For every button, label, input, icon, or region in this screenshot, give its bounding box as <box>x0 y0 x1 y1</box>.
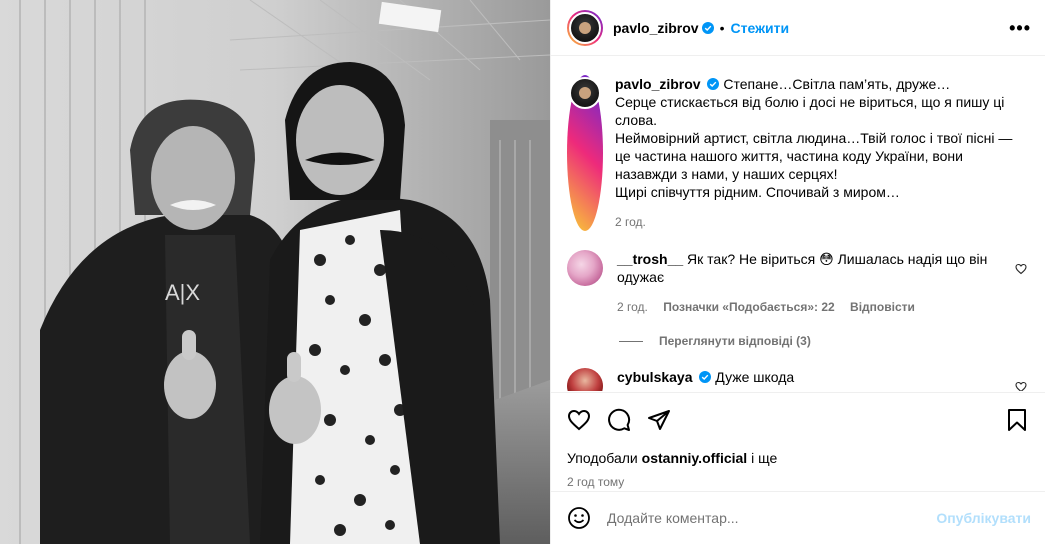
comment-likes[interactable]: Позначки «Подобається»: 22 <box>663 300 834 314</box>
action-icons <box>567 407 1029 433</box>
caption-time[interactable]: 2 год. <box>615 213 1025 231</box>
add-comment-bar: Опублікувати <box>551 491 1045 544</box>
comments-list[interactable]: pavlo_zibrov Степане…Світла пам’ять, дру… <box>551 57 1045 391</box>
more-icon[interactable]: ••• <box>1009 19 1031 37</box>
verified-icon <box>701 21 714 34</box>
commenter-avatar[interactable] <box>567 250 603 286</box>
caption-line: Щирі співчуття рідним. Спочивай з миром… <box>615 184 900 200</box>
comment-username[interactable]: __trosh__ <box>617 251 683 267</box>
caption-line: Степане…Світла пам’ять, друже… <box>723 76 951 92</box>
comment-item: cybulskaya Дуже шкода <box>567 368 1029 391</box>
reply-button[interactable]: Відповісти <box>850 300 915 314</box>
comment-item: __trosh__ Як так? Не віриться 😳 Лишалась… <box>567 250 1029 316</box>
view-replies-label[interactable]: Переглянути відповіді (3) <box>659 334 811 348</box>
heart-icon[interactable] <box>567 408 591 432</box>
comment-heart-icon[interactable] <box>1015 381 1027 391</box>
save-icon[interactable] <box>1005 408 1029 432</box>
liked-by-user[interactable]: ostanniy.official <box>642 450 748 466</box>
post-side-panel: pavlo_zibrov • Стежити ••• pavlo_zibrov <box>550 0 1045 544</box>
replies-divider <box>619 340 643 342</box>
comment-username[interactable]: cybulskaya <box>617 369 693 385</box>
caption-avatar-ring[interactable] <box>567 75 603 231</box>
emoji-icon[interactable] <box>567 506 591 530</box>
caption-text: pavlo_zibrov Степане…Світла пам’ять, дру… <box>615 75 1025 231</box>
comment-meta: 2 год. Позначки «Подобається»: 22 Відпов… <box>617 298 1017 316</box>
comment-icon[interactable] <box>607 408 631 432</box>
caption-line: Неймовірний артист, світла людина…Твій г… <box>615 130 1013 182</box>
comment-time[interactable]: 2 год. <box>617 300 648 314</box>
post-caption: pavlo_zibrov Степане…Світла пам’ять, дру… <box>567 75 1029 231</box>
author-username[interactable]: pavlo_zibrov <box>613 20 699 36</box>
separator-dot: • <box>719 19 725 36</box>
publish-button[interactable]: Опублікувати <box>936 510 1031 526</box>
comment-body: cybulskaya Дуже шкода <box>617 368 1017 391</box>
author-avatar[interactable] <box>569 11 601 44</box>
caption-line: Серце стискається від болю і досі не вір… <box>615 94 1005 128</box>
post-actions: Уподобали ostanniy.official і ще 2 год т… <box>551 392 1045 489</box>
share-icon[interactable] <box>647 408 671 432</box>
svg-text:A|X: A|X <box>165 280 200 305</box>
commenter-avatar[interactable] <box>567 368 603 391</box>
author-avatar-ring[interactable] <box>567 9 603 46</box>
comment-heart-icon[interactable] <box>1015 263 1027 275</box>
verified-icon <box>707 78 720 90</box>
comment-text: Дуже шкода <box>715 369 795 385</box>
verified-icon <box>699 371 712 383</box>
posted-time[interactable]: 2 год тому <box>567 475 1029 489</box>
comment-body: __trosh__ Як так? Не віриться 😳 Лишалась… <box>617 250 1017 316</box>
comment-input[interactable] <box>607 510 937 526</box>
caption-username[interactable]: pavlo_zibrov <box>615 76 701 92</box>
follow-button[interactable]: Стежити <box>731 20 790 36</box>
liked-by: Уподобали ostanniy.official і ще <box>567 450 1029 466</box>
liked-by-prefix: Уподобали <box>567 450 642 466</box>
caption-avatar[interactable] <box>569 77 601 109</box>
post-header: pavlo_zibrov • Стежити ••• <box>551 0 1045 56</box>
view-replies-button[interactable]: Переглянути відповіді (3) <box>619 334 1029 348</box>
photo-illustration: A|X <box>0 0 550 544</box>
liked-by-suffix[interactable]: і ще <box>747 450 777 466</box>
post-photo[interactable]: A|X <box>0 0 550 544</box>
post-view: A|X pavlo_zibrov • Стежити ••• pavlo_zib… <box>0 0 1045 544</box>
